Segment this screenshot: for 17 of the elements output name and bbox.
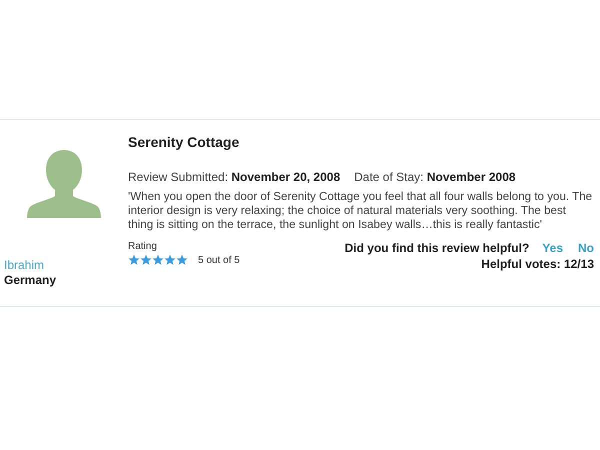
rating-text: 5 out of 5 xyxy=(198,254,240,266)
rating-label: Rating xyxy=(128,241,158,252)
reviewer-name[interactable]: Ibrahim xyxy=(4,258,128,272)
vote-link[interactable]: No xyxy=(578,241,594,255)
review-meta: Date of Stay: November 2008 xyxy=(354,170,516,184)
reviewer-country: Germany xyxy=(4,273,58,287)
helpful-question: Did you find this review helpful? xyxy=(344,241,530,255)
vote-link[interactable]: Yes xyxy=(542,241,563,255)
star-icon xyxy=(176,254,188,266)
star-icon xyxy=(152,254,164,266)
review-text: 'When you open the door of Serenity Cottage you feel that all four walls belong to you. The interior design is very relaxing; the choice of natural materials very soothing. The best thing is sitting on the terrace, the sunlight on Isabey walls…this is really fantastic' xyxy=(128,190,594,232)
review-meta: Review Submitted: November 20, 2008 xyxy=(128,170,340,184)
star-icon xyxy=(140,254,152,266)
helpful-votes: Helpful votes: 12/13 xyxy=(481,257,594,271)
star-icon xyxy=(128,254,140,266)
star-icon xyxy=(164,254,176,266)
review-title: Serenity Cottage xyxy=(128,134,240,150)
